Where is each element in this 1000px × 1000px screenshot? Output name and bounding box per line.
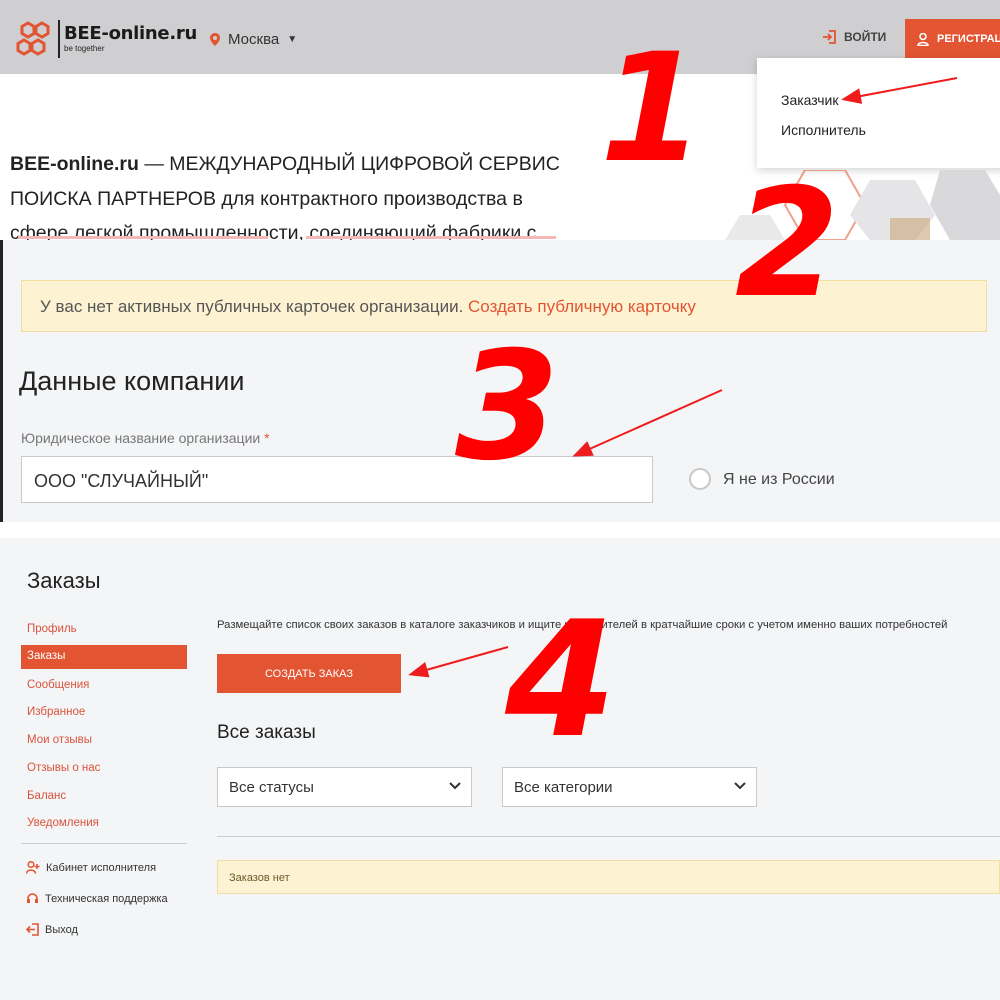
support-label: Техническая поддержка [45, 892, 168, 905]
status-filter-select[interactable]: Все статусы [217, 767, 472, 807]
create-public-card-link[interactable]: Создать публичную карточку [468, 297, 696, 316]
headset-icon [27, 893, 38, 903]
logo-separator [58, 20, 60, 58]
user-icon [917, 32, 929, 46]
logo-name: BEE-online.ru [64, 23, 197, 44]
company-data-panel: У вас нет активных публичных карточек ор… [0, 240, 1000, 522]
site-logo[interactable]: BEE-online.ru be together [16, 20, 197, 58]
sidebar-item-favorites[interactable]: Избранное [27, 706, 85, 718]
spellcheck-underline [306, 236, 556, 239]
required-mark: * [264, 430, 270, 446]
no-orders-message: Заказов нет [217, 860, 1000, 894]
orders-intro-text: Размещайте список своих заказов в катало… [217, 619, 948, 631]
all-orders-title: Все заказы [217, 722, 316, 743]
create-order-button[interactable]: СОЗДАТЬ ЗАКАЗ [217, 654, 401, 693]
sidebar-item-reviews-about-us[interactable]: Отзывы о нас [27, 762, 100, 774]
logout-link[interactable]: Выход [26, 923, 78, 936]
orders-panel: Заказы Профиль Заказы Сообщения Избранно… [0, 538, 1000, 1000]
sidebar-item-balance[interactable]: Баланс [27, 790, 66, 802]
spellcheck-underline [18, 236, 268, 239]
category-filter-select[interactable]: Все категории [502, 767, 757, 807]
hero-hexagon-decoration [725, 170, 1000, 240]
contractor-cabinet-label: Кабинет исполнителя [46, 861, 157, 874]
hero-brand: BEE-online.ru [10, 153, 139, 175]
add-user-icon [26, 861, 40, 874]
not-russia-radio[interactable] [689, 468, 711, 490]
hero-line-2: ПОИСКА ПАРТНЕРОВ для контрактного произв… [10, 187, 523, 210]
city-selector[interactable]: Москва ▼ [210, 31, 297, 48]
support-link[interactable]: Техническая поддержка [26, 892, 168, 905]
status-filter-value: Все статусы [229, 779, 314, 796]
orders-page-title: Заказы [27, 568, 101, 593]
category-filter-value: Все категории [514, 779, 613, 796]
sidebar-item-orders[interactable]: Заказы [21, 645, 187, 669]
login-icon [823, 30, 836, 44]
logo-tagline: be together [64, 44, 105, 53]
logout-label: Выход [45, 923, 78, 936]
public-card-notice: У вас нет активных публичных карточек ор… [21, 280, 987, 332]
login-label: ВОЙТИ [844, 30, 887, 44]
hero-description: BEE-online.ru — МЕЖДУНАРОДНЫЙ ЦИФРОВОЙ С… [10, 147, 630, 251]
caret-down-icon: ▼ [287, 34, 298, 45]
chevron-down-icon [449, 782, 461, 790]
notice-text: У вас нет активных публичных карточек ор… [40, 297, 469, 316]
role-option-customer[interactable]: Заказчик [781, 92, 839, 108]
role-option-contractor[interactable]: Исполнитель [781, 122, 866, 138]
sidebar-item-profile[interactable]: Профиль [27, 623, 77, 635]
sidebar-item-notifications[interactable]: Уведомления [27, 817, 99, 829]
sidebar-item-messages[interactable]: Сообщения [27, 679, 89, 691]
location-pin-icon [210, 33, 220, 46]
orders-divider [217, 836, 1000, 837]
register-label: РЕГИСТРАЦ [937, 33, 1000, 45]
contractor-cabinet-link[interactable]: Кабинет исполнителя [26, 861, 156, 874]
sidebar-item-my-reviews[interactable]: Мои отзывы [27, 734, 92, 746]
login-button[interactable]: ВОЙТИ [822, 30, 886, 44]
role-dropdown: Заказчик Исполнитель [757, 58, 1000, 168]
hero-line-1: — МЕЖДУНАРОДНЫЙ ЦИФРОВОЙ СЕРВИС [138, 153, 560, 175]
legal-name-input[interactable]: ООО "СЛУЧАЙНЫЙ" [21, 456, 653, 503]
logout-icon [26, 923, 39, 936]
not-russia-label[interactable]: Я не из России [723, 471, 835, 489]
city-name: Москва [228, 31, 280, 48]
register-button[interactable]: РЕГИСТРАЦ [905, 19, 1000, 59]
company-data-title: Данные компании [19, 366, 245, 396]
sidebar-divider [21, 843, 187, 844]
honeycomb-logo-icon [16, 21, 50, 56]
chevron-down-icon [734, 782, 746, 790]
legal-name-label: Юридическое название организации * [21, 430, 270, 446]
